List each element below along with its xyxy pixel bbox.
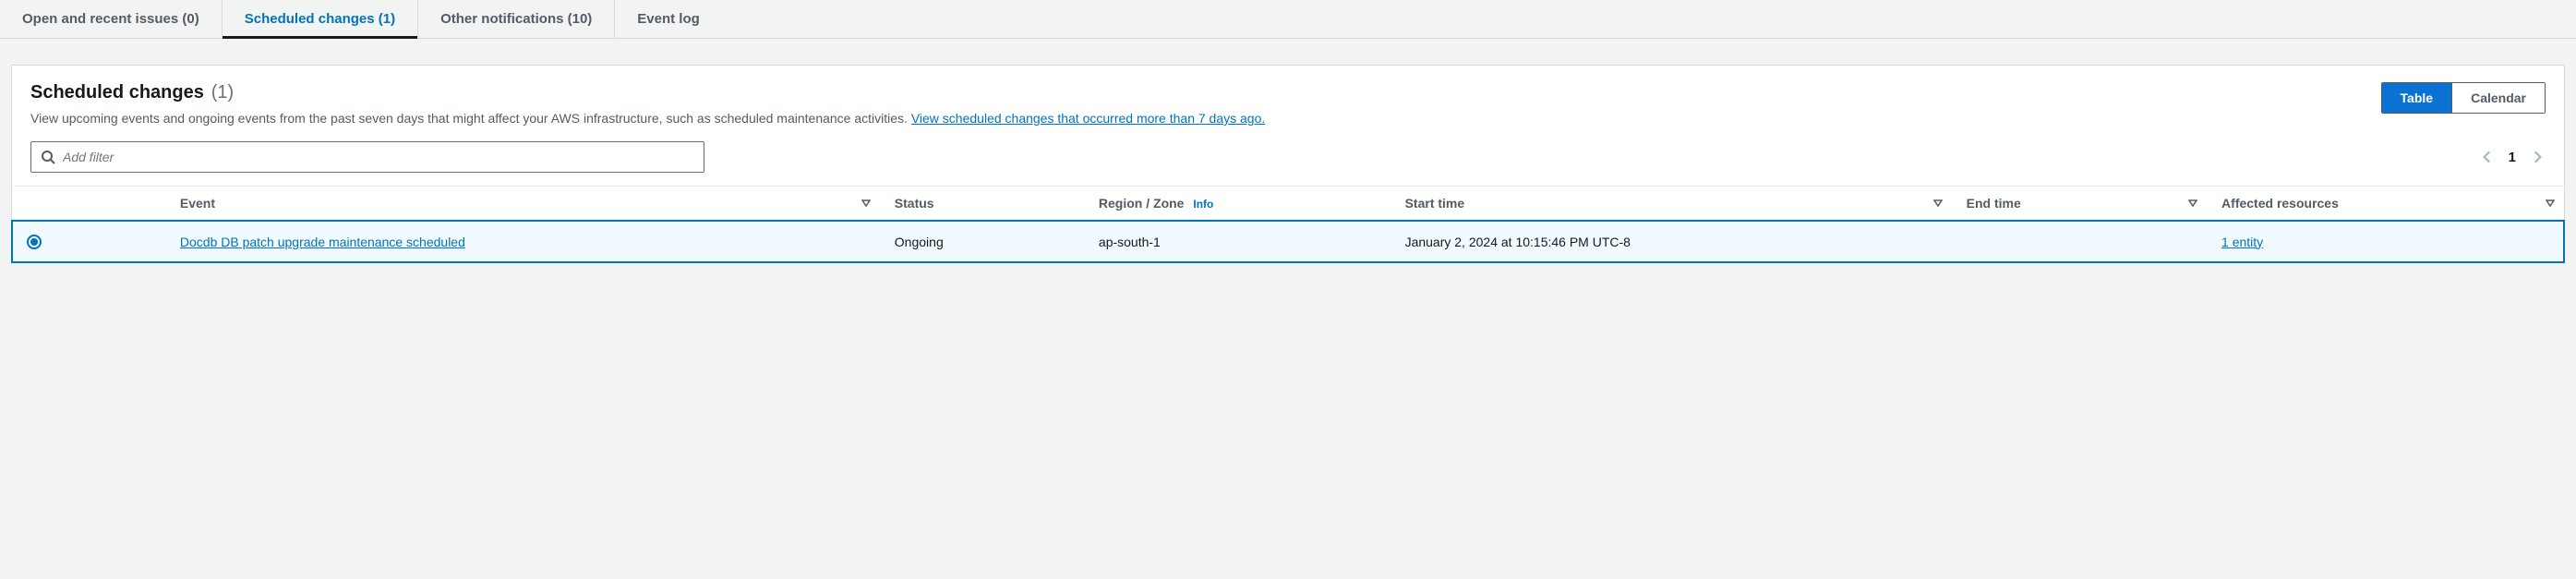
search-icon bbox=[41, 150, 55, 164]
col-start[interactable]: Start time bbox=[1390, 187, 1952, 221]
row-status-cell: Ongoing bbox=[880, 221, 1084, 263]
scheduled-changes-panel: Scheduled changes (1) View upcoming even… bbox=[11, 65, 2565, 263]
row-radio[interactable] bbox=[27, 235, 42, 249]
tab-event-log[interactable]: Event log bbox=[615, 0, 722, 38]
filter-input[interactable] bbox=[63, 150, 694, 164]
panel-header: Scheduled changes (1) View upcoming even… bbox=[12, 66, 2564, 128]
col-event[interactable]: Event bbox=[165, 187, 880, 221]
panel-description-text: View upcoming events and ongoing events … bbox=[30, 111, 911, 126]
affected-link[interactable]: 1 entity bbox=[2221, 235, 2263, 249]
region-info-link[interactable]: Info bbox=[1193, 198, 1213, 211]
view-table-button[interactable]: Table bbox=[2382, 83, 2452, 113]
filter-box[interactable] bbox=[30, 141, 704, 173]
pager: 1 bbox=[2479, 149, 2546, 165]
sort-caret-icon bbox=[2546, 196, 2555, 211]
col-affected[interactable]: Affected resources bbox=[2207, 187, 2564, 221]
sort-caret-icon bbox=[1933, 196, 1943, 211]
col-region[interactable]: Region / Zone Info bbox=[1084, 187, 1390, 221]
row-region-cell: ap-south-1 bbox=[1084, 221, 1390, 263]
event-link[interactable]: Docdb DB patch upgrade maintenance sched… bbox=[180, 235, 465, 249]
col-select bbox=[12, 187, 165, 221]
pager-next-icon[interactable] bbox=[2529, 149, 2546, 165]
table-header-row: Event Status Region / Zone Info Start ti… bbox=[12, 187, 2564, 221]
view-toggle: Table Calendar bbox=[2381, 82, 2546, 114]
pager-prev-icon[interactable] bbox=[2479, 149, 2496, 165]
view-older-changes-link[interactable]: View scheduled changes that occurred mor… bbox=[911, 111, 1265, 126]
tab-other-notifications[interactable]: Other notifications (10) bbox=[418, 0, 615, 38]
tab-scheduled-changes[interactable]: Scheduled changes (1) bbox=[223, 0, 418, 38]
sort-caret-icon bbox=[861, 196, 871, 211]
panel-description: View upcoming events and ongoing events … bbox=[30, 109, 2381, 128]
col-region-label: Region / Zone bbox=[1099, 196, 1185, 211]
pager-current: 1 bbox=[2509, 150, 2516, 165]
col-event-label: Event bbox=[180, 196, 215, 211]
col-end[interactable]: End time bbox=[1952, 187, 2207, 221]
col-end-label: End time bbox=[1967, 196, 2021, 211]
sort-caret-icon bbox=[2188, 196, 2197, 211]
row-end-cell bbox=[1952, 221, 2207, 263]
events-table: Event Status Region / Zone Info Start ti… bbox=[12, 186, 2564, 262]
row-affected-cell: 1 entity bbox=[2207, 221, 2564, 263]
row-select-cell[interactable] bbox=[12, 221, 165, 263]
col-affected-label: Affected resources bbox=[2221, 196, 2339, 211]
panel-title: Scheduled changes bbox=[30, 82, 204, 103]
table-row[interactable]: Docdb DB patch upgrade maintenance sched… bbox=[12, 221, 2564, 263]
filter-row: 1 bbox=[12, 128, 2564, 186]
tab-open-issues[interactable]: Open and recent issues (0) bbox=[0, 0, 223, 38]
col-start-label: Start time bbox=[1405, 196, 1465, 211]
view-calendar-button[interactable]: Calendar bbox=[2451, 83, 2545, 113]
row-event-cell: Docdb DB patch upgrade maintenance sched… bbox=[165, 221, 880, 263]
tabs-bar: Open and recent issues (0) Scheduled cha… bbox=[0, 0, 2576, 39]
panel-title-count: (1) bbox=[211, 82, 234, 103]
col-status[interactable]: Status bbox=[880, 187, 1084, 221]
row-start-cell: January 2, 2024 at 10:15:46 PM UTC-8 bbox=[1390, 221, 1952, 263]
